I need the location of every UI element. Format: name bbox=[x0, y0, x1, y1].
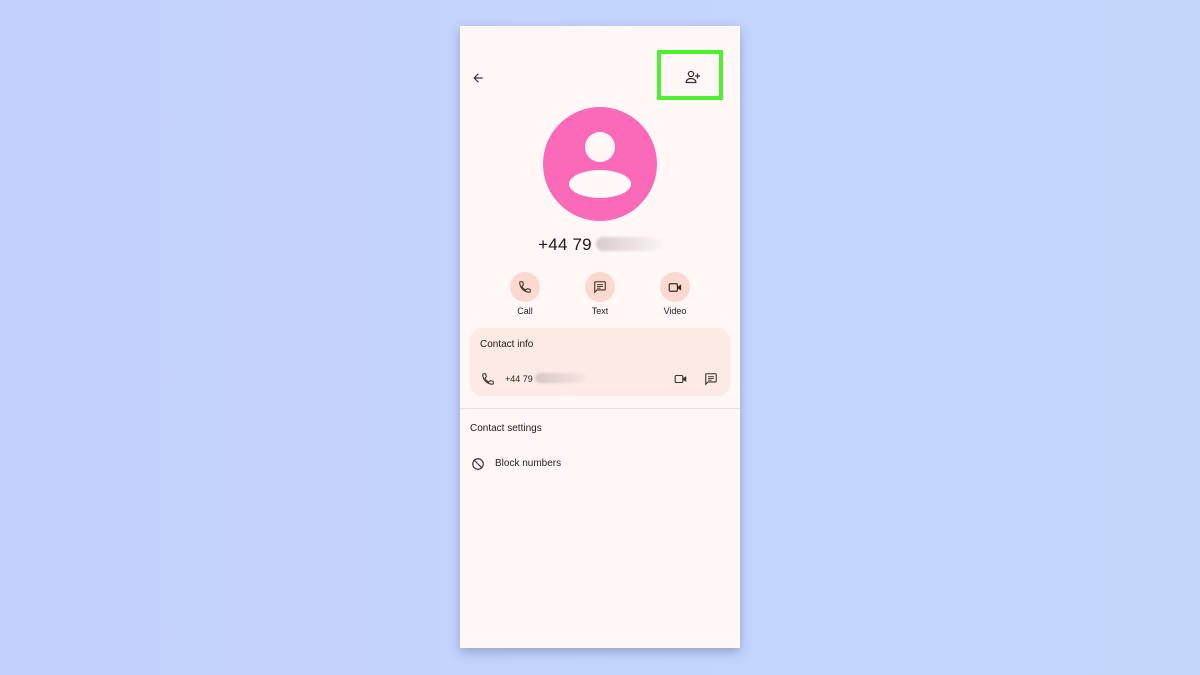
contact-info-card: Contact info +44 79 bbox=[470, 328, 730, 396]
contact-settings-title: Contact settings bbox=[470, 423, 542, 434]
arrow-left-icon bbox=[473, 73, 483, 83]
contact-info-number[interactable]: +44 79 bbox=[505, 373, 587, 384]
back-button[interactable] bbox=[470, 70, 486, 86]
call-button[interactable] bbox=[510, 272, 540, 302]
phone-number-text: +44 79 bbox=[538, 235, 592, 254]
text-button[interactable] bbox=[585, 272, 615, 302]
video-icon bbox=[668, 282, 681, 292]
phone-screen: +44 79 Call Text Video Contact info +44 … bbox=[460, 26, 740, 648]
video-action[interactable]: Video bbox=[645, 272, 705, 316]
add-contact-button[interactable] bbox=[685, 70, 701, 84]
person-icon bbox=[569, 132, 631, 198]
redacted-digits bbox=[595, 237, 662, 251]
message-icon[interactable] bbox=[704, 372, 718, 386]
block-numbers-item[interactable]: Block numbers bbox=[495, 458, 561, 469]
video-label: Video bbox=[663, 306, 687, 316]
video-icon[interactable] bbox=[674, 373, 688, 385]
phone-number: +44 79 bbox=[460, 235, 740, 255]
redacted-digits bbox=[534, 373, 587, 383]
phone-icon bbox=[519, 281, 531, 293]
video-button[interactable] bbox=[660, 272, 690, 302]
block-icon bbox=[472, 458, 484, 470]
contact-info-title: Contact info bbox=[480, 339, 534, 350]
divider bbox=[460, 408, 740, 409]
phone-icon bbox=[482, 373, 494, 385]
contact-info-number-text: +44 79 bbox=[505, 374, 533, 384]
message-icon bbox=[594, 281, 606, 294]
person-add-icon bbox=[685, 70, 700, 84]
call-label: Call bbox=[517, 306, 533, 316]
avatar bbox=[543, 107, 657, 221]
text-label: Text bbox=[591, 306, 609, 316]
text-action[interactable]: Text bbox=[570, 272, 630, 316]
quick-actions: Call Text Video bbox=[460, 272, 740, 320]
call-action[interactable]: Call bbox=[495, 272, 555, 316]
